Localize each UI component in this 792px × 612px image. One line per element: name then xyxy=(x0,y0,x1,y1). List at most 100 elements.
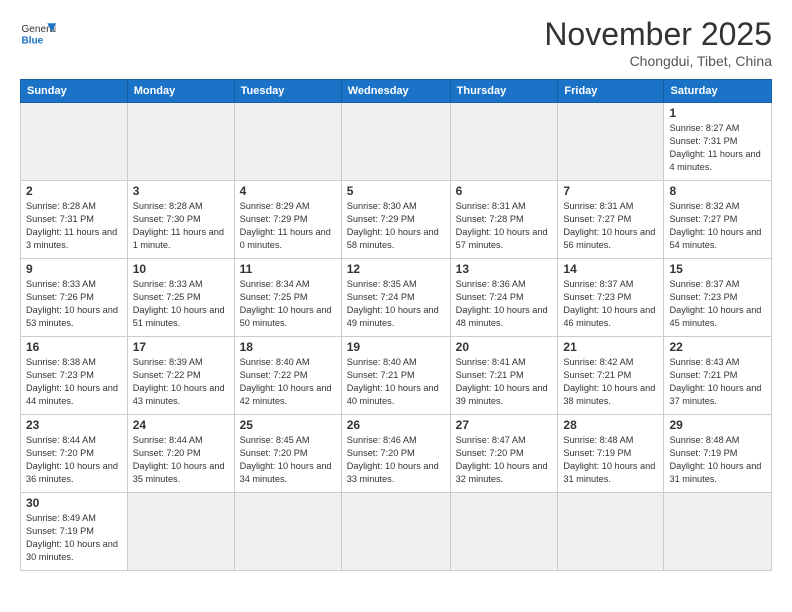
day-number: 1 xyxy=(669,106,766,120)
calendar-cell xyxy=(234,103,341,181)
day-number: 16 xyxy=(26,340,122,354)
day-number: 14 xyxy=(563,262,658,276)
calendar-cell: 21 Sunrise: 8:42 AM Sunset: 7:21 PM Dayli… xyxy=(558,337,664,415)
day-info: Sunrise: 8:28 AM Sunset: 7:31 PM Dayligh… xyxy=(26,200,122,252)
day-info: Sunrise: 8:46 AM Sunset: 7:20 PM Dayligh… xyxy=(347,434,445,486)
day-info: Sunrise: 8:45 AM Sunset: 7:20 PM Dayligh… xyxy=(240,434,336,486)
day-number: 7 xyxy=(563,184,658,198)
day-number: 12 xyxy=(347,262,445,276)
day-info: Sunrise: 8:34 AM Sunset: 7:25 PM Dayligh… xyxy=(240,278,336,330)
day-info: Sunrise: 8:39 AM Sunset: 7:22 PM Dayligh… xyxy=(133,356,229,408)
calendar-cell: 18Sunrise: 8:40 AM Sunset: 7:22 PM Dayli… xyxy=(234,337,341,415)
page-header: General Blue November 2025 Chongdui, Tib… xyxy=(20,16,772,69)
calendar-cell: 30Sunrise: 8:49 AM Sunset: 7:19 PM Dayli… xyxy=(21,493,128,571)
col-sunday: Sunday xyxy=(21,80,128,103)
day-number: 3 xyxy=(133,184,229,198)
day-number: 9 xyxy=(26,262,122,276)
day-info: Sunrise: 8:42 AM Sunset: 7:21 PM Dayligh… xyxy=(563,356,658,408)
calendar-cell: 5Sunrise: 8:30 AM Sunset: 7:29 PM Daylig… xyxy=(341,181,450,259)
calendar-cell xyxy=(341,103,450,181)
day-number: 29 xyxy=(669,418,766,432)
calendar-cell: 15 Sunrise: 8:37 AM Sunset: 7:23 PM Dayli… xyxy=(664,259,772,337)
calendar-header-row: Sunday Monday Tuesday Wednesday Thursday… xyxy=(21,80,772,103)
day-info: Sunrise: 8:33 AM Sunset: 7:26 PM Dayligh… xyxy=(26,278,122,330)
calendar-cell xyxy=(127,103,234,181)
day-number: 4 xyxy=(240,184,336,198)
day-number: 28 xyxy=(563,418,658,432)
location-subtitle: Chongdui, Tibet, China xyxy=(544,53,772,69)
day-info: Sunrise: 8:48 AM Sunset: 7:19 PM Dayligh… xyxy=(669,434,766,486)
col-saturday: Saturday xyxy=(664,80,772,103)
calendar-cell: 12Sunrise: 8:35 AM Sunset: 7:24 PM Dayli… xyxy=(341,259,450,337)
day-info: Sunrise: 8:44 AM Sunset: 7:20 PM Dayligh… xyxy=(26,434,122,486)
calendar-cell: 1 Sunrise: 8:27 AM Sunset: 7:31 PM Daylig… xyxy=(664,103,772,181)
col-wednesday: Wednesday xyxy=(341,80,450,103)
col-thursday: Thursday xyxy=(450,80,558,103)
calendar-cell: 6 Sunrise: 8:31 AM Sunset: 7:28 PM Daylig… xyxy=(450,181,558,259)
col-friday: Friday xyxy=(558,80,664,103)
calendar-cell xyxy=(558,103,664,181)
day-info: Sunrise: 8:44 AM Sunset: 7:20 PM Dayligh… xyxy=(133,434,229,486)
calendar-cell: 9 Sunrise: 8:33 AM Sunset: 7:26 PM Daylig… xyxy=(21,259,128,337)
col-tuesday: Tuesday xyxy=(234,80,341,103)
day-number: 25 xyxy=(240,418,336,432)
calendar-cell xyxy=(664,493,772,571)
calendar-cell: 16 Sunrise: 8:38 AM Sunset: 7:23 PM Dayli… xyxy=(21,337,128,415)
calendar-cell: 22 Sunrise: 8:43 AM Sunset: 7:21 PM Dayli… xyxy=(664,337,772,415)
col-monday: Monday xyxy=(127,80,234,103)
day-number: 11 xyxy=(240,262,336,276)
calendar-cell: 13 Sunrise: 8:36 AM Sunset: 7:24 PM Dayli… xyxy=(450,259,558,337)
calendar-cell: 8 Sunrise: 8:32 AM Sunset: 7:27 PM Daylig… xyxy=(664,181,772,259)
day-info: Sunrise: 8:27 AM Sunset: 7:31 PM Dayligh… xyxy=(669,122,766,174)
day-info: Sunrise: 8:32 AM Sunset: 7:27 PM Dayligh… xyxy=(669,200,766,252)
calendar-cell: 4 Sunrise: 8:29 AM Sunset: 7:29 PM Daylig… xyxy=(234,181,341,259)
calendar-cell xyxy=(558,493,664,571)
day-number: 24 xyxy=(133,418,229,432)
calendar-cell xyxy=(234,493,341,571)
day-number: 26 xyxy=(347,418,445,432)
day-info: Sunrise: 8:36 AM Sunset: 7:24 PM Dayligh… xyxy=(456,278,553,330)
calendar-cell xyxy=(127,493,234,571)
day-number: 19 xyxy=(347,340,445,354)
calendar-cell xyxy=(341,493,450,571)
day-number: 5 xyxy=(347,184,445,198)
calendar-cell: 23 Sunrise: 8:44 AM Sunset: 7:20 PM Dayli… xyxy=(21,415,128,493)
calendar-cell: 27Sunrise: 8:47 AM Sunset: 7:20 PM Dayli… xyxy=(450,415,558,493)
calendar-cell: 29 Sunrise: 8:48 AM Sunset: 7:19 PM Dayli… xyxy=(664,415,772,493)
calendar-cell: 14 Sunrise: 8:37 AM Sunset: 7:23 PM Dayli… xyxy=(558,259,664,337)
day-info: Sunrise: 8:38 AM Sunset: 7:23 PM Dayligh… xyxy=(26,356,122,408)
day-info: Sunrise: 8:40 AM Sunset: 7:22 PM Dayligh… xyxy=(240,356,336,408)
day-number: 15 xyxy=(669,262,766,276)
calendar-cell: 28 Sunrise: 8:48 AM Sunset: 7:19 PM Dayli… xyxy=(558,415,664,493)
day-info: Sunrise: 8:33 AM Sunset: 7:25 PM Dayligh… xyxy=(133,278,229,330)
day-number: 8 xyxy=(669,184,766,198)
day-number: 2 xyxy=(26,184,122,198)
day-number: 17 xyxy=(133,340,229,354)
calendar-cell: 2 Sunrise: 8:28 AM Sunset: 7:31 PM Daylig… xyxy=(21,181,128,259)
calendar-table: Sunday Monday Tuesday Wednesday Thursday… xyxy=(20,79,772,571)
calendar-cell: 26 Sunrise: 8:46 AM Sunset: 7:20 PM Dayli… xyxy=(341,415,450,493)
day-info: Sunrise: 8:37 AM Sunset: 7:23 PM Dayligh… xyxy=(563,278,658,330)
logo: General Blue xyxy=(20,16,56,52)
day-info: Sunrise: 8:31 AM Sunset: 7:27 PM Dayligh… xyxy=(563,200,658,252)
calendar-cell: 7 Sunrise: 8:31 AM Sunset: 7:27 PM Daylig… xyxy=(558,181,664,259)
day-info: Sunrise: 8:48 AM Sunset: 7:19 PM Dayligh… xyxy=(563,434,658,486)
day-info: Sunrise: 8:37 AM Sunset: 7:23 PM Dayligh… xyxy=(669,278,766,330)
day-number: 13 xyxy=(456,262,553,276)
day-number: 22 xyxy=(669,340,766,354)
logo-icon: General Blue xyxy=(20,16,56,52)
day-info: Sunrise: 8:43 AM Sunset: 7:21 PM Dayligh… xyxy=(669,356,766,408)
day-number: 20 xyxy=(456,340,553,354)
calendar-cell: 25 Sunrise: 8:45 AM Sunset: 7:20 PM Dayli… xyxy=(234,415,341,493)
day-info: Sunrise: 8:40 AM Sunset: 7:21 PM Dayligh… xyxy=(347,356,445,408)
calendar-cell xyxy=(450,103,558,181)
calendar-cell: 11 Sunrise: 8:34 AM Sunset: 7:25 PM Dayli… xyxy=(234,259,341,337)
title-block: November 2025 Chongdui, Tibet, China xyxy=(544,16,772,69)
day-number: 21 xyxy=(563,340,658,354)
svg-text:Blue: Blue xyxy=(21,35,43,46)
day-number: 23 xyxy=(26,418,122,432)
day-number: 6 xyxy=(456,184,553,198)
day-info: Sunrise: 8:31 AM Sunset: 7:28 PM Dayligh… xyxy=(456,200,553,252)
day-info: Sunrise: 8:29 AM Sunset: 7:29 PM Dayligh… xyxy=(240,200,336,252)
calendar-cell: 19 Sunrise: 8:40 AM Sunset: 7:21 PM Dayli… xyxy=(341,337,450,415)
